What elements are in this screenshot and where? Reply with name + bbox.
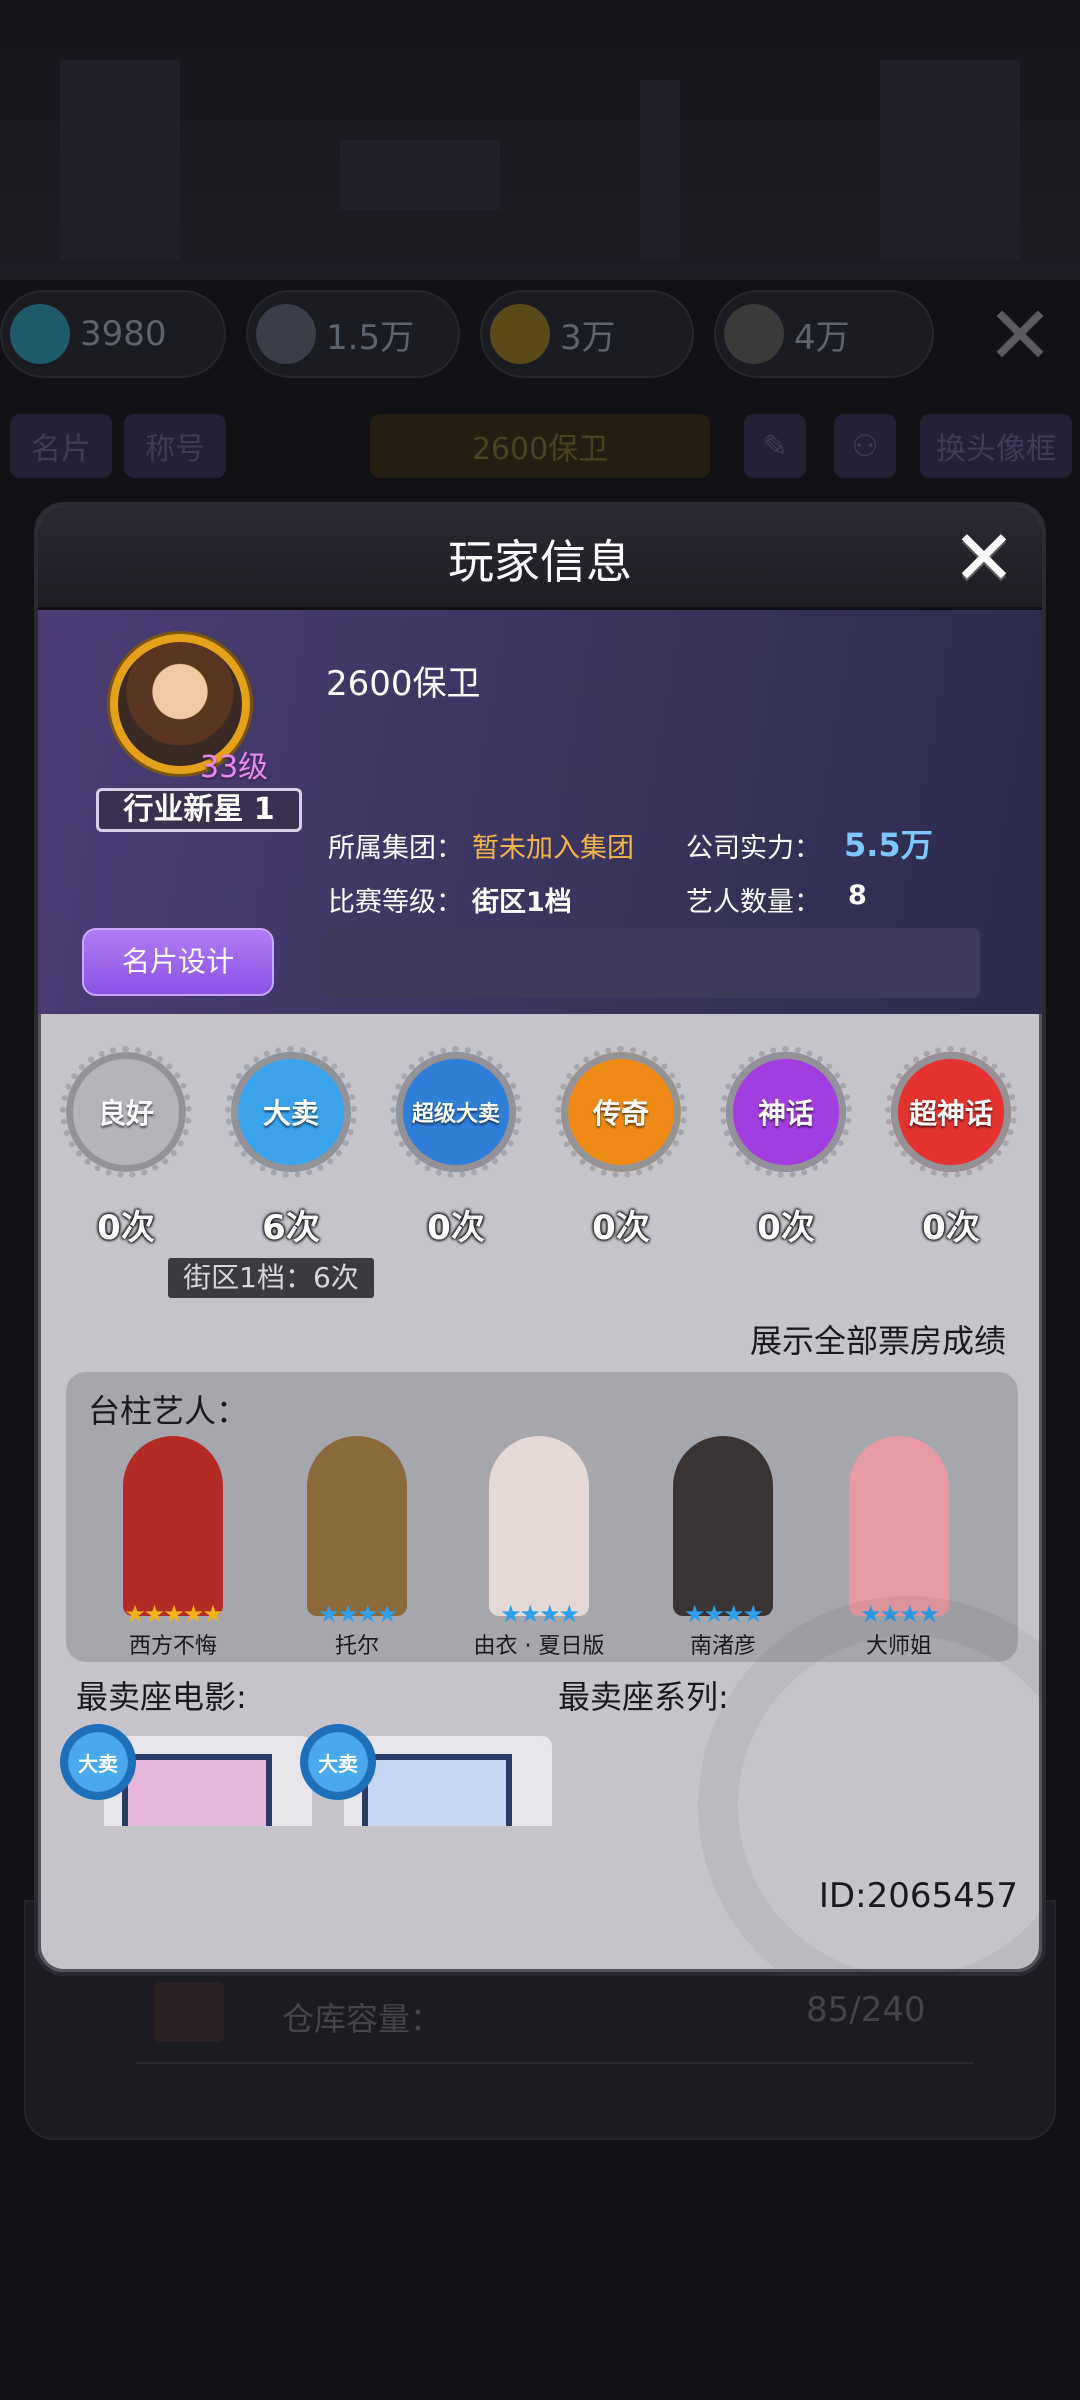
super-sale-badge-icon[interactable]: 超级大卖 [390, 1046, 522, 1178]
artist-card[interactable]: ★★★★ 由衣 · 夏日版 [454, 1436, 624, 1659]
star-rating: ★★★★★ [124, 1600, 224, 1628]
artist-card[interactable]: ★★★★ 托尔 [272, 1436, 442, 1659]
dialog-header: 玩家信息 ✕ [38, 506, 1042, 610]
player-level: 33级 [200, 750, 269, 785]
best-series-label: 最卖座系列: [558, 1678, 729, 1716]
resource-money[interactable]: 4万 [714, 290, 934, 378]
bg-tab-card[interactable]: 名片 [10, 414, 112, 478]
good-badge-icon[interactable]: 良好 [60, 1046, 192, 1178]
artist-count-value: 8 [848, 880, 867, 911]
legend-badge-icon[interactable]: 传奇 [555, 1046, 687, 1178]
dialog-title: 玩家信息 [448, 535, 632, 589]
movie-poster [122, 1754, 272, 1826]
best-movie-label: 最卖座电影: [76, 1678, 247, 1716]
thumbs-up-icon [256, 304, 316, 364]
boot-icon [490, 304, 550, 364]
big-sale-badge-icon[interactable]: 大卖 [225, 1046, 357, 1178]
star-rating: ★★★★ [317, 1600, 398, 1628]
big-sale-badge-icon: 大卖 [300, 1724, 376, 1800]
bg-player-name: 2600保卫 [370, 414, 710, 478]
best-movie-card[interactable] [344, 1736, 552, 1826]
resource-likes[interactable]: 1.5万 [246, 290, 460, 378]
background-scene [0, 0, 1080, 280]
artist-portrait [307, 1436, 407, 1616]
signature-box[interactable] [320, 928, 980, 998]
myth-badge-icon[interactable]: 神话 [720, 1046, 852, 1178]
artist-card[interactable]: ★★★★ 南渚彦 [638, 1436, 808, 1659]
movie-poster [362, 1754, 512, 1826]
bg-decoration [640, 80, 680, 260]
player-name: 2600保卫 [326, 664, 481, 704]
power-label: 公司实力： [686, 833, 821, 864]
artist-portrait [849, 1436, 949, 1616]
artist-count-label: 艺人数量： [686, 887, 821, 918]
player-id: ID:2065457 [818, 1876, 1018, 1916]
diamond-icon [10, 304, 70, 364]
money-icon [724, 304, 784, 364]
edit-icon[interactable]: ✎ [744, 414, 806, 478]
badge-count: 0次 [592, 1208, 650, 1248]
divider [136, 2062, 974, 2064]
badge-count: 0次 [757, 1208, 815, 1248]
group-value: 暂未加入集团 [472, 833, 634, 864]
box-office-badges: 良好 大卖 超级大卖 传奇 神话 超神话 [38, 1046, 1042, 1192]
super-myth-badge-icon[interactable]: 超神话 [885, 1046, 1017, 1178]
profile-panel: 33级 行业新星 1 2600保卫 所属集团： 暂未加入集团 公司实力： 5.5… [38, 610, 1042, 1014]
warehouse-icon [154, 1982, 224, 2042]
artist-portrait [123, 1436, 223, 1616]
storage-value: 85/240 [806, 1990, 926, 2030]
badge-count: 0次 [97, 1208, 155, 1248]
artist-name: 西方不悔 [128, 1634, 217, 1659]
power-value: 5.5万 [844, 826, 933, 864]
badge-count: 0次 [922, 1208, 980, 1248]
change-frame-button[interactable]: 换头像框 [920, 414, 1072, 478]
rank-title-badge: 行业新星 1 [96, 788, 302, 832]
resource-value: 1.5万 [326, 317, 415, 358]
bg-decoration [340, 140, 500, 210]
resource-diamonds[interactable]: 3980 [0, 290, 226, 378]
artist-name: 托尔 [334, 1634, 379, 1659]
artist-name: 由衣 · 夏日版 [473, 1634, 605, 1659]
switch-icon[interactable]: ⚇ [834, 414, 896, 478]
background-close-icon[interactable]: ✕ [980, 296, 1060, 376]
match-level-label: 比赛等级： [328, 887, 463, 918]
bg-decoration [880, 60, 1020, 260]
resource-value: 4万 [794, 317, 850, 358]
artist-portrait [489, 1436, 589, 1616]
close-icon[interactable]: ✕ [950, 520, 1018, 596]
best-movie-card[interactable] [104, 1736, 312, 1826]
star-rating: ★★★★ [683, 1600, 764, 1628]
big-sale-badge-icon: 大卖 [60, 1724, 136, 1800]
bg-decoration [60, 60, 180, 260]
artists-title: 台柱艺人： [88, 1392, 249, 1430]
resource-value: 3万 [560, 317, 616, 358]
artist-card[interactable]: ★★★★★ 西方不悔 [88, 1436, 258, 1659]
match-level-value: 街区1档 [472, 887, 572, 918]
resource-value: 3980 [80, 314, 167, 354]
badge-count: 0次 [427, 1208, 485, 1248]
storage-label: 仓库容量： [282, 2000, 443, 2038]
group-label: 所属集团： [328, 833, 463, 864]
artist-portrait [673, 1436, 773, 1616]
star-rating: ★★★★ [499, 1600, 580, 1628]
badge-tooltip: 街区1档：6次 [168, 1258, 374, 1298]
show-all-box-office-link[interactable]: 展示全部票房成绩 [750, 1316, 1006, 1362]
bg-tab-title[interactable]: 称号 [124, 414, 226, 478]
resource-boots[interactable]: 3万 [480, 290, 694, 378]
player-info-dialog: 玩家信息 ✕ 33级 行业新星 1 2600保卫 所属集团： 暂未加入集团 公司… [34, 502, 1046, 1976]
card-design-button[interactable]: 名片设计 [82, 928, 274, 996]
badge-count: 6次 [262, 1208, 320, 1248]
